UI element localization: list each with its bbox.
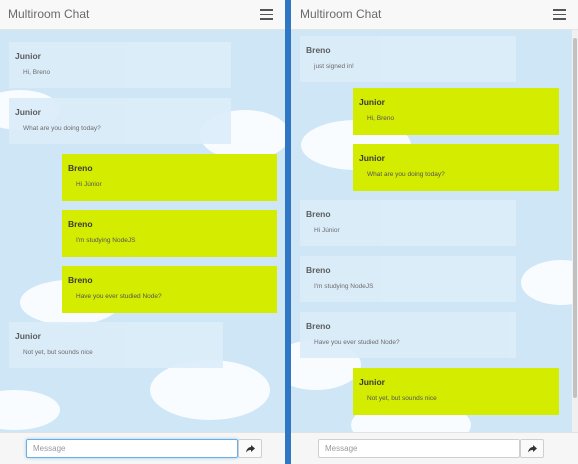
message-author: Breno xyxy=(68,219,93,229)
message-author: Junior xyxy=(15,331,41,341)
message-author: Junior xyxy=(15,51,41,61)
message-bubble-sent: Breno Hi Júnior xyxy=(62,154,277,201)
send-button[interactable] xyxy=(238,439,262,458)
message-author: Breno xyxy=(306,265,331,275)
message-bubble-received: Junior Not yet, but sounds nice xyxy=(9,322,223,368)
message-text: What are you doing today? xyxy=(367,171,445,178)
message-bubble-received: Breno Hi Júnior xyxy=(300,200,516,246)
navbar: Multiroom Chat xyxy=(0,0,285,30)
hamburger-icon-bar xyxy=(260,18,273,20)
message-author: Breno xyxy=(306,209,331,219)
share-arrow-icon xyxy=(245,444,255,452)
message-bubble-received: Junior What are you doing today? xyxy=(9,98,231,144)
message-bubble-sent: Breno Have you ever studied Node? xyxy=(62,266,277,313)
message-text: Hi, Breno xyxy=(23,69,51,76)
message-text: Not yet, but sounds nice xyxy=(23,349,93,356)
app-title: Multiroom Chat xyxy=(8,7,90,21)
message-text: I'm studying NodeJS xyxy=(76,237,136,244)
hamburger-icon-bar xyxy=(260,13,273,15)
app-title: Multiroom Chat xyxy=(300,7,382,21)
hamburger-icon xyxy=(260,9,273,11)
message-list: Breno just signed in! Junior Hi, Breno J… xyxy=(291,30,578,432)
message-author: Junior xyxy=(15,107,41,117)
cloud-decoration xyxy=(521,260,578,305)
cloud-decoration xyxy=(0,390,60,430)
message-author: Breno xyxy=(306,45,331,55)
message-composer xyxy=(0,432,285,464)
message-author: Breno xyxy=(68,275,93,285)
message-bubble-received: Breno Have you ever studied Node? xyxy=(300,312,516,358)
message-bubble-sent: Junior Hi, Breno xyxy=(353,88,559,135)
share-arrow-icon xyxy=(527,444,537,452)
message-author: Junior xyxy=(359,153,385,163)
message-bubble-received: Junior Hi, Breno xyxy=(9,42,231,88)
message-text: Have you ever studied Node? xyxy=(76,293,162,300)
message-author: Junior xyxy=(359,377,385,387)
message-bubble-sent: Junior Not yet, but sounds nice xyxy=(353,368,559,415)
message-text: I'm studying NodeJS xyxy=(314,283,374,290)
navbar: Multiroom Chat xyxy=(291,0,578,30)
message-bubble-received: Breno I'm studying NodeJS xyxy=(300,256,516,302)
chat-window-right: Multiroom Chat Breno just signed in! Jun… xyxy=(291,0,578,464)
message-text: What are you doing today? xyxy=(23,125,101,132)
scrollbar[interactable] xyxy=(572,30,578,432)
message-author: Breno xyxy=(306,321,331,331)
message-input[interactable] xyxy=(26,439,238,458)
message-text: Hi Júnior xyxy=(314,227,340,234)
message-author: Junior xyxy=(359,97,385,107)
menu-toggle-button[interactable] xyxy=(553,9,566,20)
menu-toggle-button[interactable] xyxy=(260,9,273,20)
scrollbar-thumb[interactable] xyxy=(573,38,577,398)
message-list: Junior Hi, Breno Junior What are you doi… xyxy=(0,30,285,432)
message-text: just signed in! xyxy=(314,63,354,70)
hamburger-icon xyxy=(553,9,566,11)
message-text: Not yet, but sounds nice xyxy=(367,395,437,402)
message-bubble-sent: Junior What are you doing today? xyxy=(353,144,559,191)
message-author: Breno xyxy=(68,163,93,173)
hamburger-icon-bar xyxy=(553,18,566,20)
chat-window-left: Multiroom Chat Junior Hi, Breno Junior W… xyxy=(0,0,285,464)
message-bubble-received: Breno just signed in! xyxy=(300,36,516,82)
message-text: Hi, Breno xyxy=(367,115,395,122)
message-bubble-sent: Breno I'm studying NodeJS xyxy=(62,210,277,257)
message-composer xyxy=(291,432,578,464)
message-input[interactable] xyxy=(318,439,520,458)
message-text: Have you ever studied Node? xyxy=(314,339,400,346)
hamburger-icon-bar xyxy=(553,13,566,15)
message-text: Hi Júnior xyxy=(76,181,102,188)
cloud-decoration xyxy=(150,360,270,420)
send-button[interactable] xyxy=(520,439,544,458)
